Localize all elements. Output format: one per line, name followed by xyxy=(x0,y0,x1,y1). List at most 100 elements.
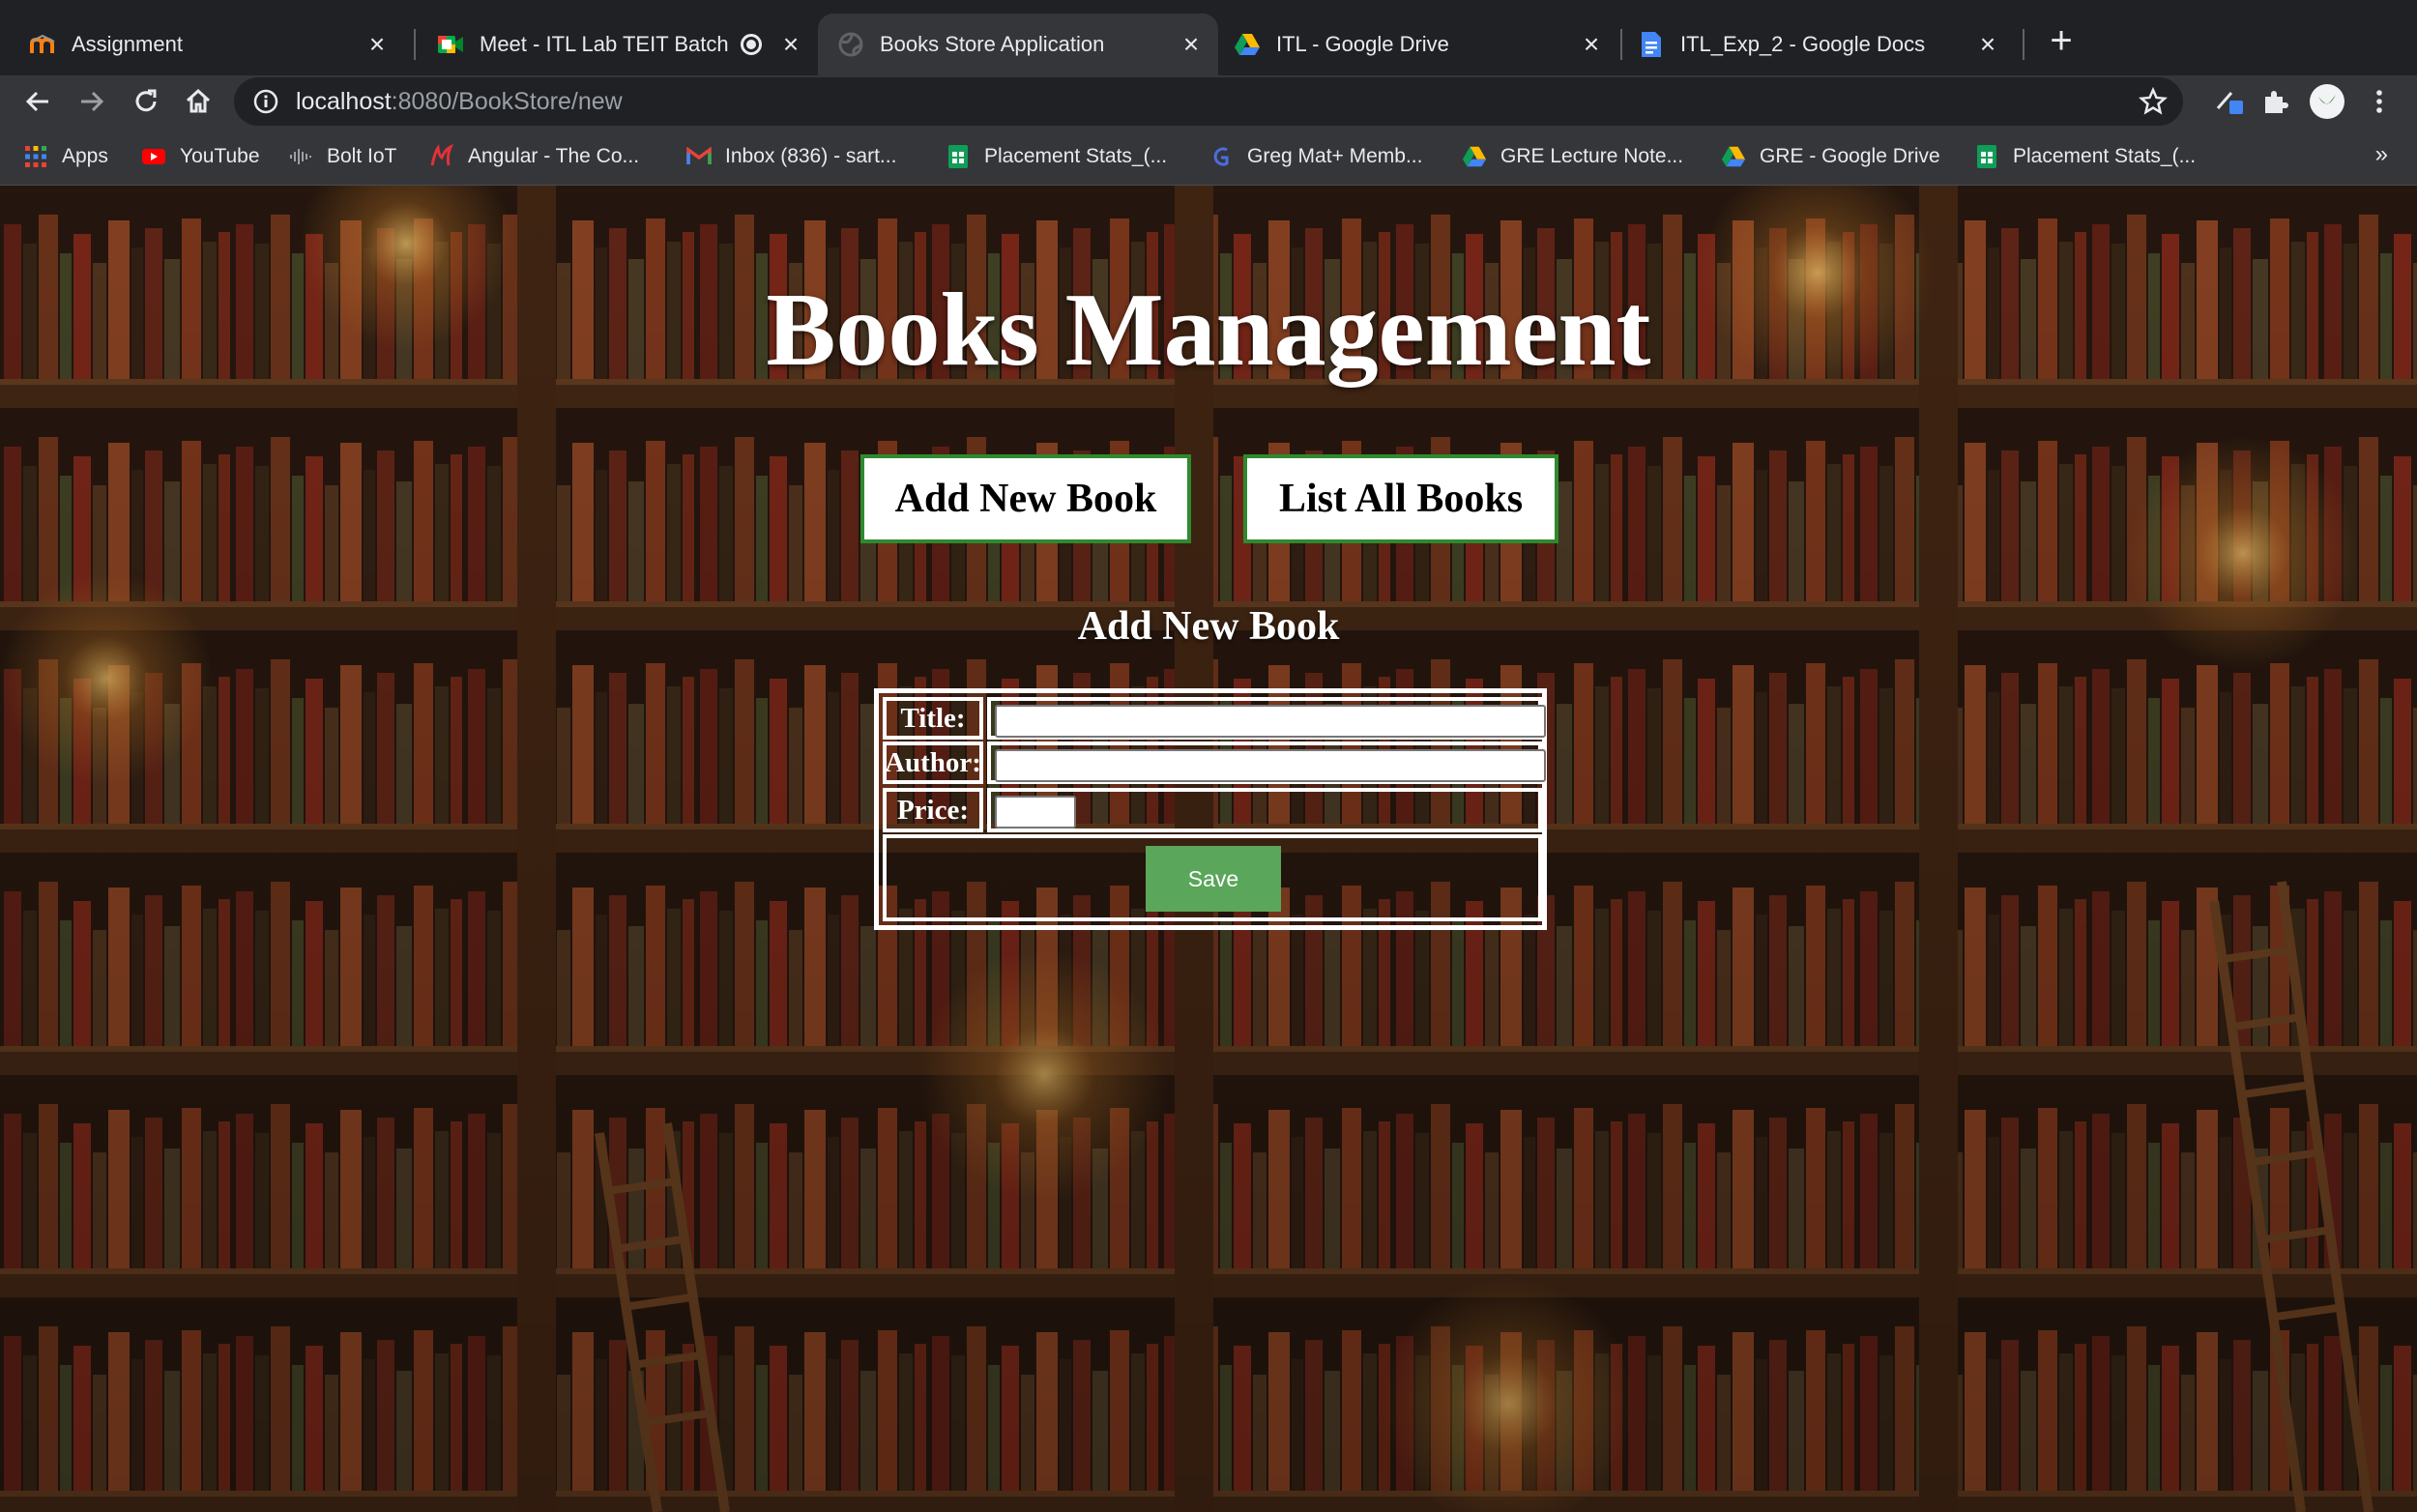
pen-extension-icon xyxy=(2216,92,2243,114)
bookmark-angular[interactable]: Angular - The Co... xyxy=(429,141,639,172)
tab-meet[interactable]: Meet - ITL Lab TEIT Batch × xyxy=(416,14,818,75)
google-meet-icon xyxy=(437,31,464,58)
bookmark-label: Bolt IoT xyxy=(327,145,397,167)
price-row: Price: xyxy=(879,786,1542,832)
url-path: :8080/BookStore/new xyxy=(391,87,623,115)
tab-title: Books Store Application xyxy=(880,32,1105,56)
bolt-iot-icon xyxy=(288,144,313,169)
close-icon[interactable]: × xyxy=(777,31,804,58)
close-icon[interactable]: × xyxy=(1974,31,2001,58)
bookmark-placement-stats-1[interactable]: Placement Stats_(... xyxy=(946,141,1167,172)
info-icon[interactable] xyxy=(253,89,278,114)
avatar xyxy=(2310,84,2344,119)
reload-button[interactable] xyxy=(126,81,166,122)
google-sheets-icon xyxy=(1974,144,1999,169)
arrow-right-icon xyxy=(81,91,104,112)
url-host: localhost xyxy=(296,87,392,115)
google-drive-icon xyxy=(1721,144,1746,169)
bookmark-label: YouTube xyxy=(180,145,260,167)
globe-icon xyxy=(837,31,864,58)
moodle-icon xyxy=(29,31,56,58)
page-title: Books Management xyxy=(766,273,1651,388)
title-label: Title: xyxy=(883,697,983,740)
title-input[interactable] xyxy=(995,705,1546,738)
url-text: localhost:8080/BookStore/new xyxy=(296,88,623,116)
tab-title: Assignment xyxy=(72,32,183,56)
page-viewport: Books Management Add New Book List All B… xyxy=(0,186,2417,1512)
back-button[interactable] xyxy=(17,81,58,122)
bookmark-youtube[interactable]: YouTube xyxy=(141,141,260,172)
arrow-left-icon xyxy=(25,91,48,112)
bookmarks-overflow-button[interactable]: » xyxy=(2375,141,2388,168)
address-bar[interactable]: localhost:8080/BookStore/new xyxy=(234,77,2183,126)
title-cell xyxy=(987,697,1546,740)
price-input[interactable] xyxy=(995,796,1076,829)
bookmark-label: GRE - Google Drive xyxy=(1760,145,1940,167)
tab-title: ITL_Exp_2 - Google Docs xyxy=(1680,32,1926,56)
chrome-menu-button[interactable] xyxy=(2359,81,2400,122)
close-icon[interactable]: × xyxy=(1578,31,1605,58)
bookmark-gre-lecture-notes[interactable]: GRE Lecture Note... xyxy=(1462,141,1683,172)
forward-button[interactable] xyxy=(72,81,112,122)
recording-icon xyxy=(741,34,762,55)
greg-mat-icon xyxy=(1208,144,1234,169)
extension-button[interactable] xyxy=(2210,81,2251,122)
home-button[interactable] xyxy=(178,81,218,122)
tab-books-store[interactable]: Books Store Application × xyxy=(818,14,1218,75)
bookmark-label: Angular - The Co... xyxy=(468,145,640,167)
author-cell xyxy=(987,741,1546,784)
author-label: Author: xyxy=(883,741,983,784)
author-input[interactable] xyxy=(995,749,1546,782)
reload-icon xyxy=(135,89,157,112)
apps-grid-icon xyxy=(23,144,48,169)
bookmark-label: GRE Lecture Note... xyxy=(1500,145,1684,167)
tab-assignment[interactable]: Assignment × xyxy=(0,14,412,75)
bookmarks-bar: Apps YouTube Bolt IoT Angular - The Co..… xyxy=(0,128,2417,186)
bookmark-label: Greg Mat+ Memb... xyxy=(1247,145,1423,167)
bookmark-apps[interactable]: Apps xyxy=(23,141,108,172)
save-button[interactable]: Save xyxy=(1146,846,1281,912)
google-drive-icon xyxy=(1234,31,1261,58)
bookmark-gre-drive[interactable]: GRE - Google Drive xyxy=(1721,141,1940,172)
more-vert-icon xyxy=(2376,90,2382,113)
google-docs-icon xyxy=(1638,31,1665,58)
home-icon xyxy=(186,88,211,113)
tab-strip: Assignment × Meet - ITL Lab TEIT Batch ×… xyxy=(0,0,2417,75)
app-content: Books Management Add New Book List All B… xyxy=(0,186,2417,1512)
tab-itl-docs[interactable]: ITL_Exp_2 - Google Docs × xyxy=(1624,14,2015,75)
browser-toolbar: localhost:8080/BookStore/new xyxy=(0,75,2417,128)
bookmark-placement-stats-2[interactable]: Placement Stats_(... xyxy=(1974,141,2196,172)
price-label: Price: xyxy=(883,788,983,832)
puzzle-icon xyxy=(2265,91,2288,113)
google-drive-icon xyxy=(1462,144,1487,169)
close-icon[interactable]: × xyxy=(1178,31,1205,58)
add-book-form: Title: Author: Price: Save xyxy=(874,688,1547,930)
price-cell xyxy=(987,788,1542,832)
tab-separator xyxy=(2023,29,2024,60)
author-row: Author: xyxy=(879,740,1546,786)
bookmark-bolt-iot[interactable]: Bolt IoT xyxy=(288,141,396,172)
bookmark-label: Apps xyxy=(62,145,108,167)
youtube-icon xyxy=(141,144,166,169)
gmail-icon xyxy=(686,144,712,169)
tab-itl-drive[interactable]: ITL - Google Drive × xyxy=(1220,14,1618,75)
list-all-books-link[interactable]: List All Books xyxy=(1243,454,1558,543)
tab-separator xyxy=(1620,29,1622,60)
bookmark-label: Inbox (836) - sart... xyxy=(725,145,897,167)
extensions-button[interactable] xyxy=(2255,81,2295,122)
bookmark-greg-mat[interactable]: Greg Mat+ Memb... xyxy=(1208,141,1422,172)
add-new-book-link[interactable]: Add New Book xyxy=(860,454,1191,543)
bookmark-star-icon[interactable] xyxy=(2139,87,2168,116)
bookmark-label: Placement Stats_(... xyxy=(2013,145,2197,167)
angular-icon xyxy=(429,144,454,169)
profile-avatar-button[interactable] xyxy=(2307,81,2347,122)
save-cell: Save xyxy=(883,834,1542,921)
form-caption: Add New Book xyxy=(1077,604,1340,649)
title-row: Title: xyxy=(879,693,1546,740)
close-icon[interactable]: × xyxy=(364,31,391,58)
google-sheets-icon xyxy=(946,144,971,169)
tab-title: Meet - ITL Lab TEIT Batch xyxy=(480,32,729,56)
new-tab-button[interactable]: + xyxy=(2042,21,2081,60)
tab-title: ITL - Google Drive xyxy=(1276,32,1449,56)
bookmark-gmail[interactable]: Inbox (836) - sart... xyxy=(686,141,896,172)
